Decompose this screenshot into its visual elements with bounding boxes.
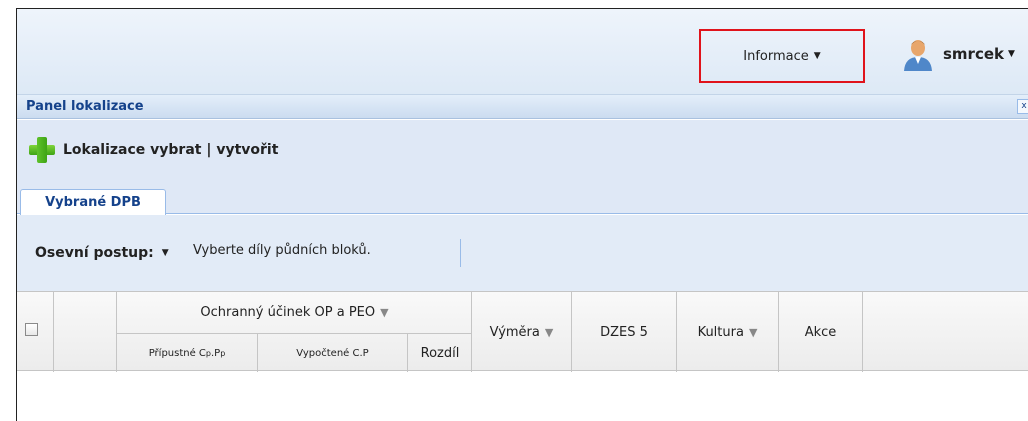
filter-icon[interactable]: ▼ — [749, 326, 757, 339]
filter-icon[interactable]: ▼ — [545, 326, 553, 339]
ochranny-ucinek-header[interactable]: Ochranný účinek OP a PEO ▼ — [117, 292, 472, 334]
osevni-postup-menu[interactable]: Osevní postup: ▼ — [35, 245, 169, 261]
informace-label: Informace — [743, 48, 809, 64]
grid-header: Ochranný účinek OP a PEO ▼ Přípustné C p.… — [17, 291, 1028, 372]
panel-toolbar: Lokalizace vybrat | vytvořit — [17, 120, 1028, 181]
panel-header: Panel lokalizace x — [17, 95, 1028, 119]
filter-icon[interactable]: ▼ — [380, 306, 388, 319]
tab-strip: Vybrané DPB — [17, 181, 1028, 215]
col-vymera[interactable]: Výměra ▼ — [472, 292, 572, 372]
top-bar: Informace ▼ smrcek ▼ — [17, 9, 1028, 95]
col-kultura-label: Kultura — [697, 324, 744, 340]
close-icon[interactable]: x — [1017, 99, 1028, 114]
user-avatar-icon — [904, 40, 932, 71]
user-name: smrcek — [943, 45, 1004, 63]
col-akce[interactable]: Akce — [779, 292, 863, 372]
chevron-down-icon: ▼ — [161, 248, 169, 258]
panel-title: Panel lokalizace — [26, 99, 144, 114]
user-menu[interactable]: smrcek ▼ — [903, 37, 1015, 71]
col-pripustne[interactable]: Přípustné Cp .P p — [117, 334, 258, 372]
plus-icon — [27, 135, 57, 165]
col-pripustne-sub2: p — [220, 348, 226, 358]
col-pripustne-label: Přípustné C — [148, 347, 206, 359]
informace-menu-button[interactable]: Informace ▼ — [699, 29, 865, 83]
col-kultura[interactable]: Kultura ▼ — [677, 292, 779, 372]
chevron-down-icon: ▼ — [1008, 49, 1015, 59]
col-akce-label: Akce — [804, 324, 837, 340]
add-lokalizace-button[interactable]: Lokalizace vybrat | vytvořit — [27, 135, 278, 165]
select-all-checkbox[interactable] — [25, 323, 38, 336]
toolbar-separator — [460, 239, 461, 267]
col-pripustne-mid: .P — [211, 347, 221, 359]
col-vymera-label: Výměra — [489, 324, 540, 340]
ochranny-ucinek-label: Ochranný účinek OP a PEO — [200, 305, 376, 320]
col-vypoctene[interactable]: Vypočtené C.P — [258, 334, 408, 372]
add-lokalizace-label: Lokalizace vybrat | vytvořit — [63, 142, 279, 158]
select-all-column — [17, 292, 54, 372]
col-rozdil[interactable]: Rozdíl — [408, 334, 472, 372]
app-window: Informace ▼ smrcek ▼ Panel lokalizace x … — [16, 8, 1028, 421]
osevni-toolbar: Osevní postup: ▼ Vyberte díly půdních bl… — [17, 215, 1028, 291]
col-dzes-label: DZES 5 — [600, 324, 648, 340]
chevron-down-icon: ▼ — [813, 51, 821, 61]
hint-text: Vyberte díly půdních bloků. — [193, 243, 371, 258]
tab-vybrane-dpb[interactable]: Vybrané DPB — [20, 189, 166, 215]
expander-column — [54, 292, 117, 372]
osevni-postup-label: Osevní postup: — [35, 245, 154, 261]
col-dzes[interactable]: DZES 5 — [572, 292, 677, 372]
ochranny-ucinek-group: Ochranný účinek OP a PEO ▼ Přípustné C p.… — [117, 292, 472, 372]
